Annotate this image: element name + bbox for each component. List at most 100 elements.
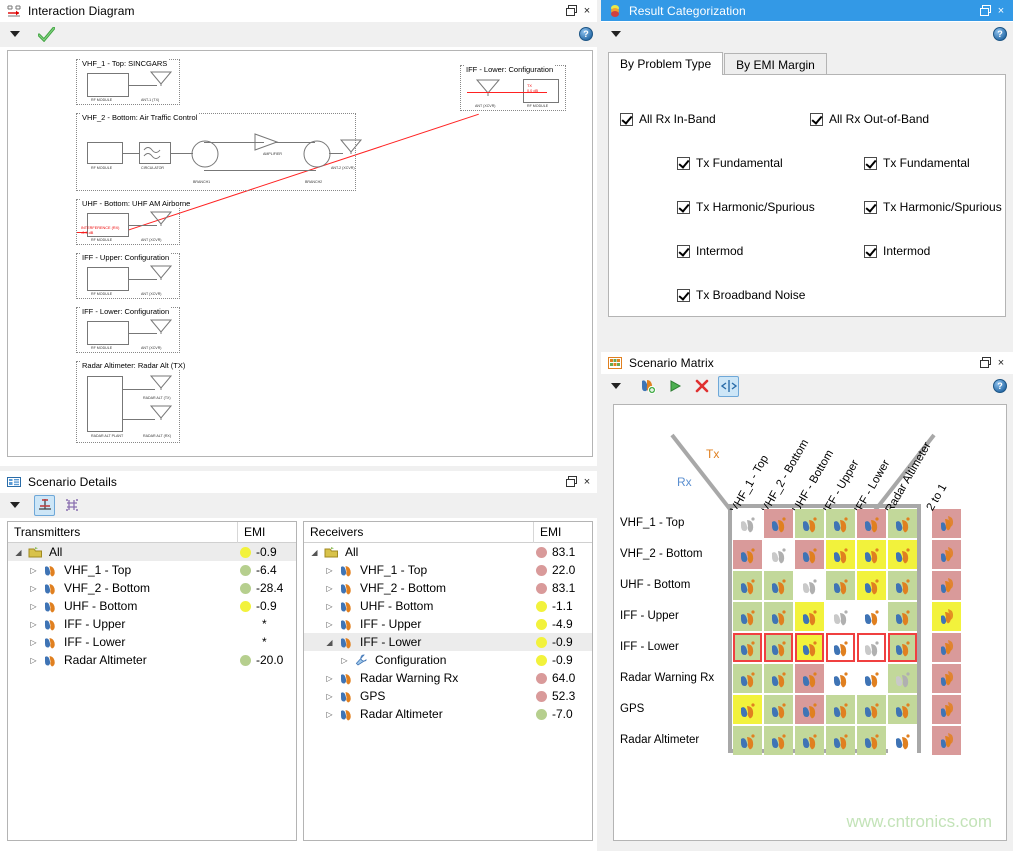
matrix-cell[interactable] xyxy=(888,726,917,755)
tree-expander-icon[interactable]: ◢ xyxy=(12,548,25,557)
tree-row[interactable]: ▷VHF_2 - Bottom-28.4 xyxy=(8,579,296,597)
tree-expander-icon[interactable]: ▷ xyxy=(323,674,336,683)
validate-check-icon[interactable] xyxy=(36,24,57,45)
matrix-two-to-one-cell[interactable] xyxy=(932,726,961,755)
tree-row[interactable]: ◢IFF - Lower-0.9 xyxy=(304,633,592,651)
matrix-cell[interactable] xyxy=(795,571,824,600)
diagram-group[interactable]: Radar Altimeter: Radar Alt (TX) RADAR AL… xyxy=(76,361,180,443)
matrix-cell[interactable] xyxy=(826,509,855,538)
tree-row[interactable]: ▷IFF - Upper-4.9 xyxy=(304,615,592,633)
tree-row[interactable]: ▷VHF_1 - Top22.0 xyxy=(304,561,592,579)
checkbox-box[interactable] xyxy=(810,113,823,126)
matrix-cell[interactable] xyxy=(795,509,824,538)
matrix-cell[interactable] xyxy=(733,695,762,724)
checkbox-box[interactable] xyxy=(620,113,633,126)
matrix-cell[interactable] xyxy=(888,571,917,600)
checkbox-in-band-tx-fundamental[interactable]: Tx Fundamental xyxy=(677,156,783,170)
matrix-cell[interactable] xyxy=(764,571,793,600)
run-icon[interactable] xyxy=(664,376,685,397)
checkbox-in-band-intermod[interactable]: Intermod xyxy=(677,244,743,258)
add-transmitter-icon[interactable] xyxy=(637,376,658,397)
checkbox-box[interactable] xyxy=(677,157,690,170)
tree-expander-icon[interactable]: ▷ xyxy=(323,566,336,575)
scenario-matrix-canvas[interactable]: Tx Rx VHF_1 - TopVHF_2 - BottomUHF - Bot… xyxy=(613,404,1007,841)
checkbox-box[interactable] xyxy=(677,245,690,258)
tab-by-problem-type[interactable]: By Problem Type xyxy=(608,52,723,75)
help-icon[interactable]: ? xyxy=(993,27,1007,41)
emi-view-icon[interactable] xyxy=(34,495,55,516)
matrix-cell[interactable] xyxy=(888,695,917,724)
checkbox-all-rx-in-band[interactable]: All Rx In-Band xyxy=(620,112,716,126)
checkbox-out-of-band-tx-fundamental[interactable]: Tx Fundamental xyxy=(864,156,970,170)
tree-row[interactable]: ▷Configuration-0.9 xyxy=(304,651,592,669)
matrix-cell[interactable] xyxy=(857,571,886,600)
frequency-view-icon[interactable] xyxy=(61,495,82,516)
tree-expander-icon[interactable]: ▷ xyxy=(323,602,336,611)
transmitters-tree[interactable]: Transmitters EMI ◢All-0.9▷VHF_1 - Top-6.… xyxy=(7,521,297,841)
matrix-cell[interactable] xyxy=(795,602,824,631)
tree-expander-icon[interactable]: ▷ xyxy=(323,710,336,719)
tree-row[interactable]: ▷IFF - Upper* xyxy=(8,615,296,633)
matrix-cell[interactable] xyxy=(888,602,917,631)
matrix-cell[interactable] xyxy=(764,726,793,755)
checkbox-in-band-tx-broadband-noise[interactable]: Tx Broadband Noise xyxy=(677,288,805,302)
delete-icon[interactable] xyxy=(691,376,712,397)
tree-row[interactable]: ▷UHF - Bottom-1.1 xyxy=(304,597,592,615)
tree-row[interactable]: ▷Radar Altimeter-7.0 xyxy=(304,705,592,723)
matrix-cell[interactable] xyxy=(857,695,886,724)
restore-button[interactable] xyxy=(563,3,579,19)
matrix-cell[interactable] xyxy=(733,540,762,569)
diagram-group[interactable]: VHF_1 - Top: SINCGARS RF MODULE ANT-1 (T… xyxy=(76,59,180,105)
tree-row[interactable]: ▷IFF - Lower* xyxy=(8,633,296,651)
matrix-cell[interactable] xyxy=(733,509,762,538)
tree-expander-icon[interactable]: ▷ xyxy=(27,656,40,665)
matrix-cell[interactable] xyxy=(733,602,762,631)
matrix-cell[interactable] xyxy=(764,509,793,538)
matrix-cell[interactable] xyxy=(795,726,824,755)
matrix-cell[interactable] xyxy=(733,571,762,600)
matrix-cell[interactable] xyxy=(888,509,917,538)
diagram-group[interactable]: UHF - Bottom: UHF AM Airborne RF MODULE … xyxy=(76,199,180,245)
column-header-receivers[interactable]: Receivers xyxy=(304,522,534,543)
matrix-cell[interactable] xyxy=(764,633,793,662)
tree-expander-icon[interactable]: ▷ xyxy=(27,602,40,611)
diagram-group[interactable]: IFF - Lower: Configuration ANT (XCVR) RF… xyxy=(460,65,566,111)
matrix-two-to-one-cell[interactable] xyxy=(932,509,961,538)
diagram-group[interactable]: IFF - Lower: Configuration RF MODULE ANT… xyxy=(76,307,180,353)
matrix-cell[interactable] xyxy=(733,664,762,693)
matrix-cell[interactable] xyxy=(888,664,917,693)
matrix-two-to-one-cell[interactable] xyxy=(932,695,961,724)
restore-button[interactable] xyxy=(977,3,993,19)
matrix-cell[interactable] xyxy=(888,633,917,662)
matrix-cell[interactable] xyxy=(733,726,762,755)
matrix-two-to-one-cell[interactable] xyxy=(932,664,961,693)
tree-row[interactable]: ◢All-0.9 xyxy=(8,543,296,561)
tree-expander-icon[interactable]: ▷ xyxy=(27,584,40,593)
chevron-down-icon[interactable] xyxy=(611,383,621,389)
tree-expander-icon[interactable]: ▷ xyxy=(338,656,351,665)
matrix-two-to-one-cell[interactable] xyxy=(932,571,961,600)
interaction-diagram-canvas[interactable]: VHF_1 - Top: SINCGARS RF MODULE ANT-1 (T… xyxy=(7,50,593,457)
column-header-emi[interactable]: EMI xyxy=(238,522,296,543)
matrix-cell[interactable] xyxy=(857,664,886,693)
tree-row[interactable]: ▷UHF - Bottom-0.9 xyxy=(8,597,296,615)
matrix-cell[interactable] xyxy=(826,695,855,724)
tree-expander-icon[interactable]: ▷ xyxy=(27,638,40,647)
tree-row[interactable]: ▷VHF_1 - Top-6.4 xyxy=(8,561,296,579)
matrix-cell[interactable] xyxy=(826,726,855,755)
diagram-group[interactable]: IFF - Upper: Configuration RF MODULE ANT… xyxy=(76,253,180,299)
chevron-down-icon[interactable] xyxy=(611,31,621,37)
checkbox-box[interactable] xyxy=(864,201,877,214)
matrix-cell[interactable] xyxy=(764,695,793,724)
matrix-cell[interactable] xyxy=(857,602,886,631)
restore-button[interactable] xyxy=(977,355,993,371)
matrix-cell[interactable] xyxy=(888,540,917,569)
checkbox-box[interactable] xyxy=(677,289,690,302)
matrix-two-to-one-cell[interactable] xyxy=(932,633,961,662)
column-header-transmitters[interactable]: Transmitters xyxy=(8,522,238,543)
matrix-cell[interactable] xyxy=(764,540,793,569)
diagram-group[interactable]: VHF_2 - Bottom: Air Traffic Control RF M… xyxy=(76,113,356,191)
matrix-cell[interactable] xyxy=(857,726,886,755)
matrix-two-to-one-cell[interactable] xyxy=(932,602,961,631)
chevron-down-icon[interactable] xyxy=(10,502,20,508)
